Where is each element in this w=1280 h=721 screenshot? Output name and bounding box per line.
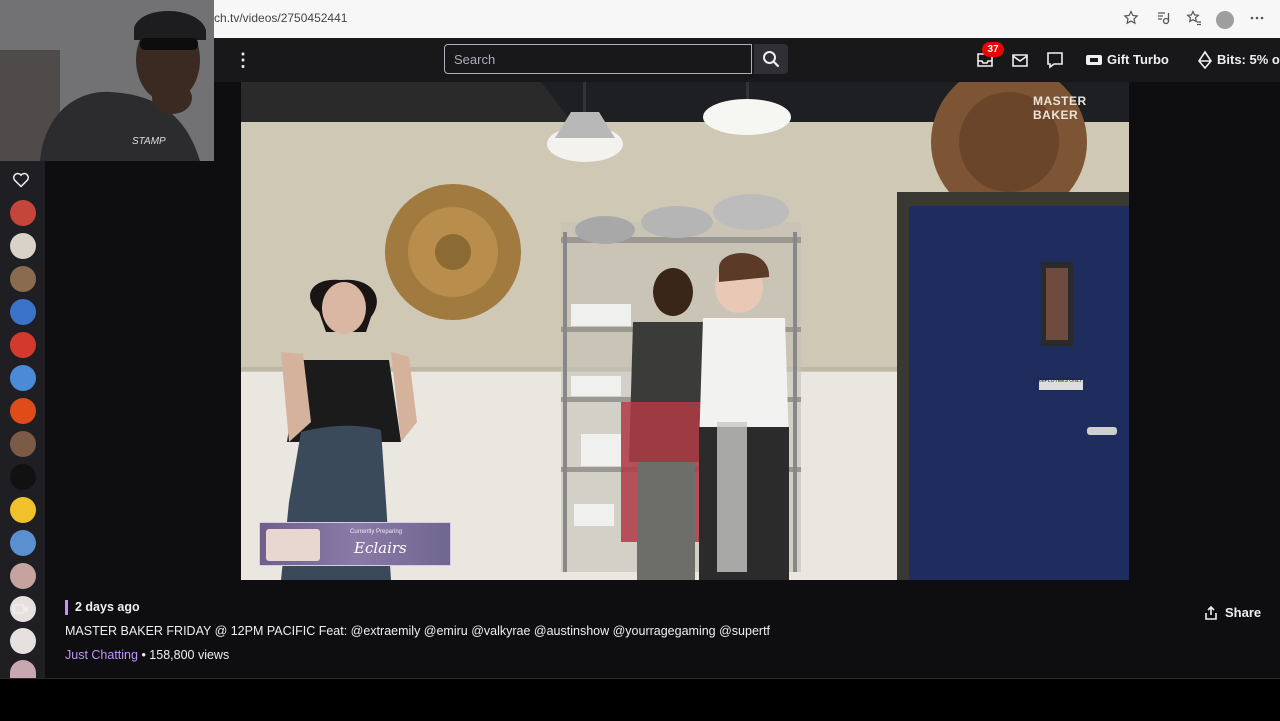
profile-avatar[interactable] [1216,11,1234,29]
channel-avatar[interactable] [10,200,36,226]
overlay-subtitle: Currently Preparing [350,529,403,535]
channel-avatar[interactable] [10,233,36,259]
now-preparing-overlay: Currently Preparing Eclairs [259,522,451,566]
search-box[interactable] [444,44,752,74]
category-link[interactable]: Just Chatting [65,648,138,662]
channel-avatar[interactable] [10,464,36,490]
chat-bubble-icon[interactable] [1045,50,1065,70]
door-sign-text: EMPLOYEES ONLY [1037,378,1083,384]
taskbar-area [0,678,1280,721]
bits-promo-button[interactable]: Bits: 5% of [1217,52,1280,67]
channel-avatar[interactable] [10,497,36,523]
video-time-ago: 2 days ago [75,600,140,614]
overlay-title: Eclairs [354,539,407,557]
notification-count-badge: 37 [982,42,1004,57]
search-icon [763,51,780,68]
video-meta: Just Chatting • 158,800 views [65,648,229,662]
gift-turbo-icon[interactable] [1084,50,1104,70]
channel-avatar[interactable] [10,299,36,325]
followed-heart-icon[interactable] [12,171,30,189]
channel-avatar[interactable] [10,266,36,292]
more-options-icon[interactable] [1248,10,1266,28]
share-label: Share [1225,605,1262,620]
search-input[interactable] [445,45,744,72]
channel-avatar[interactable] [10,563,36,589]
video-camera-icon[interactable] [12,600,30,618]
channel-avatar[interactable] [10,530,36,556]
eclair-thumbnail [266,529,320,561]
share-icon [1205,605,1217,620]
channel-avatar[interactable] [10,332,36,358]
favorite-star-icon[interactable] [1122,10,1140,28]
favorites-icon[interactable] [1185,10,1203,28]
video-title: MASTER BAKER FRIDAY @ 12PM PACIFIC Feat:… [65,624,771,638]
gift-turbo-button[interactable]: Gift Turbo [1107,52,1169,67]
channel-avatar[interactable] [10,365,36,391]
show-watermark: MASTER BAKER [1033,94,1087,122]
shirt-logo-text: STAMP [132,136,166,147]
url-field[interactable]: ch.tv/videos/2750452441 [214,11,347,25]
channel-avatar[interactable] [10,431,36,457]
more-menu-icon[interactable]: ⋮ [234,49,252,71]
video-player[interactable]: MASTER BAKER EMPLOYEES ONLY Currently Pr… [241,82,1129,580]
media-icon[interactable] [1154,10,1172,28]
bits-icon[interactable] [1195,50,1215,70]
video-frame [241,82,1129,580]
whispers-mail-icon[interactable] [1010,50,1030,70]
view-count: • 158,800 views [137,648,230,662]
webcam-overlay: STAMP [0,0,214,161]
search-button[interactable] [754,44,788,74]
accent-bar [65,600,68,615]
channel-avatar[interactable] [10,398,36,424]
channel-avatar[interactable] [10,628,36,654]
